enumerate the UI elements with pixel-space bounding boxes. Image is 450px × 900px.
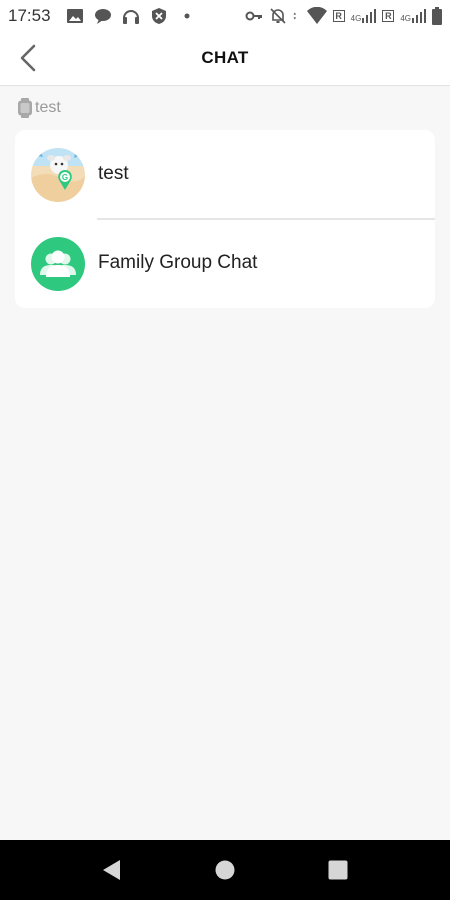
chat-item-label: test [98, 163, 129, 184]
group-icon [40, 250, 76, 277]
system-nav-bar [0, 840, 450, 900]
page-title: CHAT [201, 48, 249, 67]
chat-list: G test Family Group Chat [15, 130, 435, 308]
bell-off-icon [270, 8, 286, 24]
system-icons: R 4G R 4G [245, 7, 442, 25]
sim1-roaming-badge: R [332, 10, 345, 22]
status-time: 17:53 [8, 6, 51, 25]
sim1-network-type: 4G [350, 14, 362, 23]
app-header: CHAT [0, 32, 450, 86]
group-avatar [31, 237, 85, 291]
child-avatar: G [31, 148, 85, 202]
sim2-signal-icon: 4G [400, 9, 426, 23]
dot-icon [184, 13, 190, 19]
chat-item-test[interactable]: G test [15, 130, 435, 219]
svg-text:G: G [62, 173, 68, 182]
nav-home-icon[interactable] [213, 858, 237, 882]
sim2-roaming-badge: R [382, 10, 395, 22]
wifi-icon [306, 7, 327, 24]
nav-recents-icon[interactable] [326, 858, 350, 882]
chat-bubble-icon [95, 9, 111, 24]
image-icon [67, 9, 83, 23]
status-bar: 17:53 R 4G R 4G [0, 0, 450, 32]
nav-back-icon[interactable] [100, 858, 124, 882]
sim2-network-type: 4G [400, 14, 411, 23]
notification-icons [66, 7, 196, 25]
chat-item-label: Family Group Chat [98, 252, 258, 273]
battery-icon [432, 7, 442, 25]
chat-item-family-group[interactable]: Family Group Chat [15, 219, 435, 308]
data-transfer-icon [293, 12, 296, 20]
key-icon [245, 11, 262, 21]
shield-x-icon [152, 8, 166, 24]
watch-icon [18, 98, 32, 118]
headphones-icon [123, 10, 139, 24]
sim1-signal-icon: 4G [351, 9, 377, 23]
device-section-label: test [17, 97, 61, 119]
device-name: test [35, 99, 61, 116]
